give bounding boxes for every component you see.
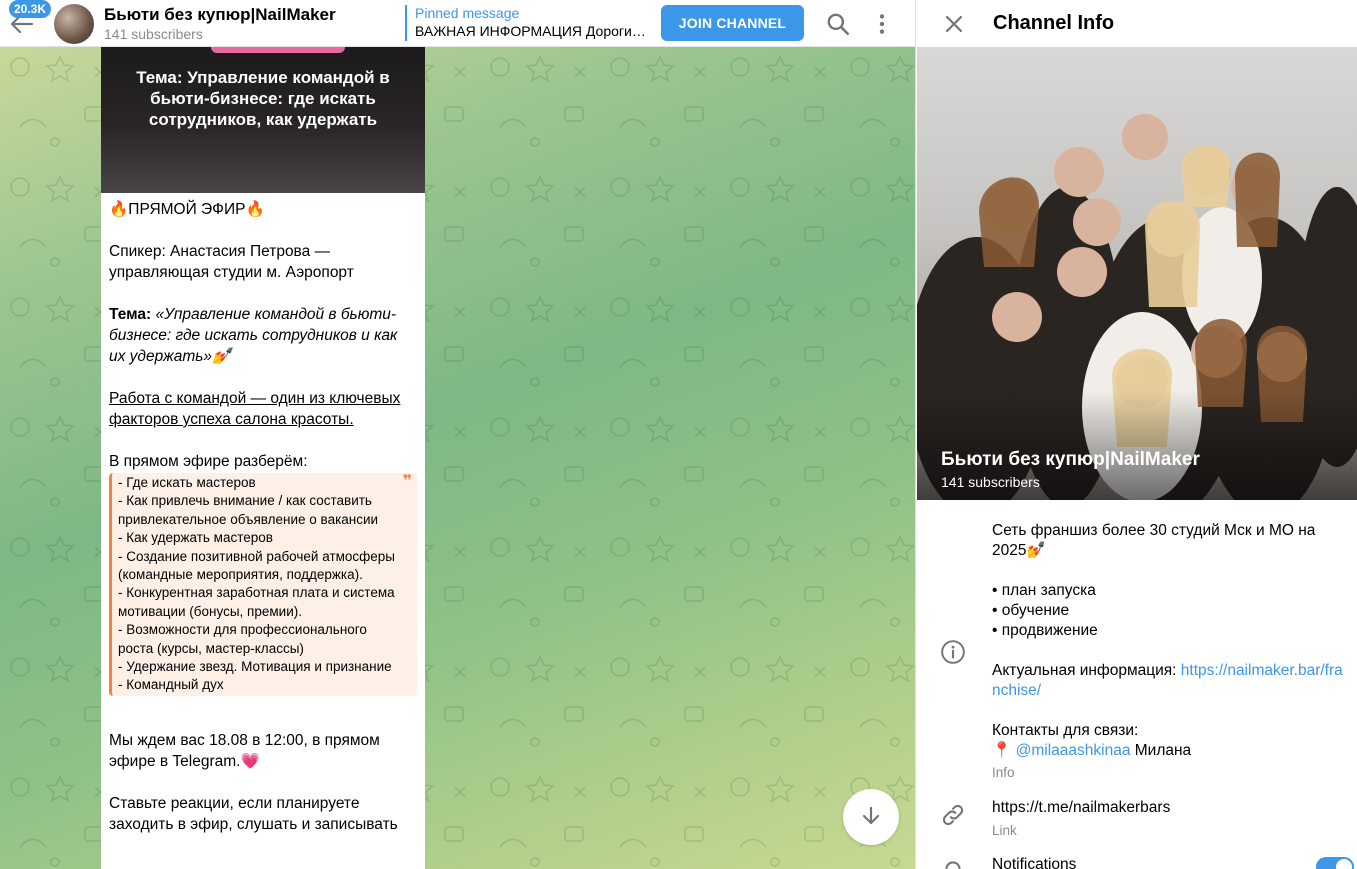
info-description-row[interactable]: Сеть франшиз более 30 студий Мск и МО на… bbox=[916, 521, 1357, 781]
channel-cover-photo[interactable]: Бьюти без купюр|NailMaker 141 subscriber… bbox=[917, 47, 1357, 500]
post-headline: 🔥ПРЯМОЙ ЭФИР🔥 bbox=[109, 201, 265, 218]
search-icon[interactable] bbox=[825, 11, 851, 37]
unread-count-badge: 20.3K bbox=[9, 0, 52, 18]
back-button[interactable]: 20.3K bbox=[0, 0, 52, 46]
post-text: 🔥ПРЯМОЙ ЭФИР🔥 Спикер: Анастасия Петрова … bbox=[101, 193, 425, 835]
post-image[interactable]: Тема: Управление командой в бьюти-бизнес… bbox=[101, 47, 425, 193]
channel-avatar[interactable] bbox=[54, 4, 94, 44]
contacts-label: Контакты для связи: bbox=[992, 722, 1139, 739]
info-panel-header: Channel Info bbox=[916, 0, 1357, 47]
agenda-item: - Командный дух bbox=[118, 677, 224, 693]
pinned-message[interactable]: Pinned message ВАЖНАЯ ИНФОРМАЦИЯ Дорогие… bbox=[405, 5, 651, 41]
chat-header: 20.3K Бьюти без купюр|NailMaker 141 subs… bbox=[0, 0, 915, 47]
agenda-item: - Конкурентная заработная плата и систем… bbox=[118, 585, 395, 619]
post-image-caption: Тема: Управление командой в бьюти-бизнес… bbox=[136, 68, 390, 129]
post-invite: Мы ждем вас 18.08 в 12:00, в прямом эфир… bbox=[109, 731, 380, 770]
bell-icon bbox=[945, 861, 961, 869]
pinned-message-text: ВАЖНАЯ ИНФОРМАЦИЯ Дорогие … bbox=[415, 23, 651, 39]
post-image-accent bbox=[211, 47, 345, 53]
description-bullet: • план запуска bbox=[992, 582, 1096, 599]
close-icon[interactable] bbox=[942, 12, 966, 36]
contact-name: Милана bbox=[1130, 742, 1192, 759]
pin-icon: 📍 bbox=[992, 742, 1012, 759]
agenda-quote: ❞ - Где искать мастеров - Как привлечь в… bbox=[109, 473, 417, 696]
actual-info: Актуальная информация: https://nailmaker… bbox=[992, 661, 1349, 701]
channel-post: Тема: Управление командой в бьюти-бизнес… bbox=[101, 47, 425, 869]
notifications-label: Notifications bbox=[992, 856, 1077, 869]
scroll-to-bottom-button[interactable] bbox=[843, 789, 899, 845]
quote-mark-icon: ❞ bbox=[402, 473, 412, 490]
description-bullet: • обучение bbox=[992, 602, 1070, 619]
more-vertical-icon[interactable] bbox=[869, 11, 895, 37]
chat-subscribers: 141 subscribers bbox=[104, 26, 203, 42]
link-icon bbox=[942, 804, 964, 826]
agenda-item: - Удержание звезд. Мотивация и признание bbox=[118, 659, 392, 675]
info-caption: Info bbox=[992, 765, 1015, 780]
agenda-item: - Возможности для профессионального рост… bbox=[118, 622, 367, 656]
chat-background: Тема: Управление командой в бьюти-бизнес… bbox=[0, 47, 915, 869]
telegram-web-app: 20.3K Бьюти без купюр|NailMaker 141 subs… bbox=[0, 0, 1357, 869]
agenda-item: - Создание позитивной рабочей атмосферы … bbox=[118, 548, 395, 583]
notifications-row[interactable]: Notifications bbox=[916, 855, 1357, 869]
link-caption: Link bbox=[992, 823, 1017, 838]
channel-description: Сеть франшиз более 30 студий Мск и МО на… bbox=[992, 521, 1349, 761]
toggle-knob bbox=[1336, 859, 1352, 869]
join-channel-button[interactable]: JOIN CHANNEL bbox=[661, 5, 804, 41]
actual-info-label: Актуальная информация: bbox=[992, 662, 1181, 679]
pinned-message-title: Pinned message bbox=[415, 5, 520, 21]
info-panel-title: Channel Info bbox=[993, 12, 1115, 34]
agenda-item: - Где искать мастеров bbox=[118, 475, 256, 490]
post-agenda-intro: В прямом эфире разберём: bbox=[109, 453, 308, 470]
arrow-down-icon bbox=[862, 806, 880, 824]
agenda-item: - Как удержать мастеров bbox=[118, 530, 273, 546]
info-icon bbox=[941, 640, 965, 664]
description-bullet: • продвижение bbox=[992, 622, 1098, 639]
cover-subscribers: 141 subscribers bbox=[941, 474, 1040, 490]
contact-handle-link[interactable]: @milaaashkinaa bbox=[1016, 742, 1131, 759]
channel-info-panel: Channel Info Бьюти без купюр|NailMaker 1… bbox=[915, 0, 1357, 869]
agenda-item: - Как привлечь внимание / как составить … bbox=[118, 493, 379, 527]
channel-link: https://t.me/nailmakerbars bbox=[992, 799, 1171, 816]
post-topic-label: Тема: bbox=[109, 306, 152, 323]
post-topic: Тема: «Управление командой в бьюти-бизне… bbox=[109, 304, 417, 367]
description-line: Сеть франшиз более 30 студий Мск и МО на… bbox=[992, 522, 1316, 559]
link-row[interactable]: https://t.me/nailmakerbars Link bbox=[916, 798, 1357, 839]
post-speaker: Спикер: Анастасия Петрова — управляющая … bbox=[109, 243, 354, 281]
post-topic-text: «Управление командой в бьюти-бизнесе: гд… bbox=[109, 306, 398, 365]
chat-title[interactable]: Бьюти без купюр|NailMaker bbox=[104, 5, 336, 25]
contact-line: 📍 @milaaashkinaa Милана bbox=[992, 741, 1349, 761]
post-react: Ставьте реакции, если планируете заходит… bbox=[109, 794, 398, 833]
cover-channel-name: Бьюти без купюр|NailMaker bbox=[941, 449, 1200, 470]
notifications-toggle[interactable] bbox=[1316, 857, 1354, 869]
post-team-text: Работа с командой — один из ключевых фак… bbox=[109, 390, 401, 428]
